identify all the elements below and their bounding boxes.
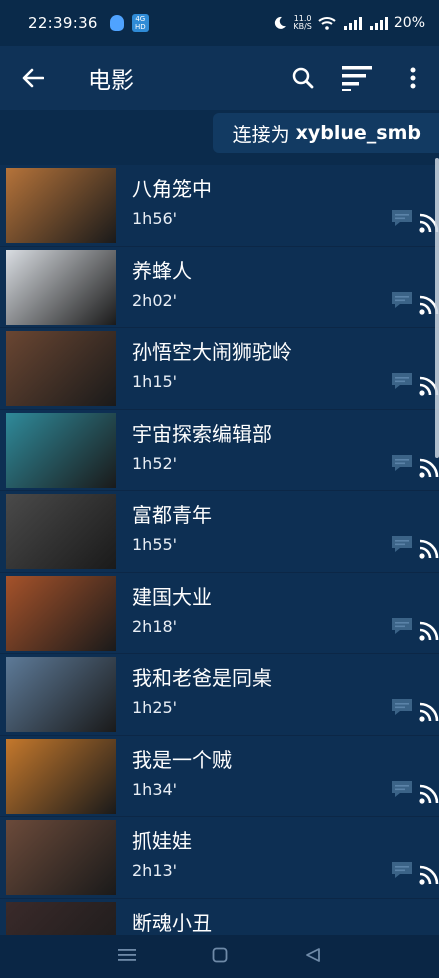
menu-icon bbox=[118, 949, 137, 961]
movie-poster bbox=[6, 168, 116, 243]
movie-title: 我是一个贼 bbox=[132, 747, 232, 772]
movie-row[interactable]: 孙悟空大闹狮驼岭 1h15' bbox=[0, 328, 439, 410]
movie-row[interactable]: 建国大业 2h18' bbox=[0, 572, 439, 654]
hd-badge: 4G HD bbox=[131, 14, 149, 32]
subtitle-icon bbox=[392, 210, 412, 226]
qq-notification-icon bbox=[109, 15, 124, 31]
movie-poster bbox=[6, 494, 116, 569]
triangle-back-icon bbox=[305, 947, 320, 962]
movie-poster bbox=[6, 575, 116, 651]
movie-duration: 1h56' bbox=[132, 209, 178, 228]
stream-icon bbox=[419, 539, 439, 559]
subtitle-icon bbox=[392, 536, 412, 552]
sort-icon bbox=[342, 66, 372, 91]
movie-title: 我和老爸是同桌 bbox=[132, 666, 272, 690]
subtitle-icon bbox=[392, 291, 412, 308]
back-nav-button[interactable] bbox=[305, 947, 321, 967]
subtitle-icon bbox=[392, 373, 412, 389]
sort-button[interactable] bbox=[327, 46, 387, 110]
movie-row[interactable]: 富都青年 1h55' bbox=[0, 491, 439, 573]
subtitle-icon bbox=[392, 699, 412, 715]
movie-row[interactable]: 八角笼中 1h56' bbox=[0, 165, 439, 247]
app-bar: 电影 bbox=[0, 46, 439, 110]
more-options-button[interactable] bbox=[387, 46, 439, 110]
scrollbar[interactable] bbox=[435, 158, 439, 458]
movie-duration: 1h52' bbox=[132, 453, 178, 473]
subtitle-icon bbox=[392, 617, 412, 634]
movie-poster bbox=[6, 657, 116, 732]
movie-poster bbox=[6, 738, 116, 814]
stream-icon bbox=[419, 784, 439, 804]
movie-duration: 1h15' bbox=[132, 372, 178, 391]
status-bar: 22:39:36 4G HD 11.0 KB/S 20% bbox=[0, 0, 439, 46]
battery-level: 20% bbox=[393, 15, 425, 31]
movie-title: 孙悟空大闹狮驼岭 bbox=[132, 340, 292, 364]
movie-poster bbox=[6, 820, 116, 895]
movie-duration: 1h55' bbox=[132, 535, 178, 554]
menu-nav-button[interactable] bbox=[118, 947, 137, 966]
movie-poster bbox=[6, 412, 116, 488]
movie-duration: 2h18' bbox=[132, 616, 178, 636]
movie-duration: 2h02' bbox=[132, 290, 178, 310]
more-vertical-icon bbox=[410, 67, 416, 89]
movie-poster bbox=[6, 331, 116, 406]
clock: 22:39:36 bbox=[28, 14, 98, 32]
movie-list[interactable]: 八角笼中 1h56' 养蜂人 2h02' 孙悟空大闹狮驼岭 1h15' 宇宙探索… bbox=[0, 165, 439, 935]
network-speed: 11.0 KB/S bbox=[293, 14, 312, 31]
movie-title: 建国大业 bbox=[132, 584, 212, 609]
movie-title: 宇宙探索编辑部 bbox=[132, 421, 272, 446]
home-square-icon bbox=[213, 947, 228, 962]
movie-row[interactable]: 我是一个贼 1h34' bbox=[0, 735, 439, 817]
back-button[interactable] bbox=[0, 46, 66, 110]
page-title: 电影 bbox=[88, 68, 134, 94]
connection-prefix: 连接为 bbox=[232, 123, 290, 146]
connection-banner: 连接为 xyblue_smb bbox=[212, 113, 439, 153]
stream-icon bbox=[419, 621, 439, 641]
movie-title: 富都青年 bbox=[132, 503, 212, 527]
movie-duration: 2h13' bbox=[132, 861, 178, 880]
connection-user: xyblue_smb bbox=[295, 122, 421, 144]
moon-icon bbox=[275, 16, 287, 29]
movie-duration: 1h34' bbox=[132, 779, 178, 799]
stream-icon bbox=[419, 865, 439, 885]
movie-row[interactable]: 断魂小丑 bbox=[0, 898, 439, 935]
stream-icon bbox=[419, 702, 439, 722]
movie-title: 抓娃娃 bbox=[132, 829, 192, 853]
search-button[interactable] bbox=[279, 46, 327, 110]
movie-title: 断魂小丑 bbox=[132, 910, 212, 935]
arrow-left-icon bbox=[22, 68, 44, 88]
movie-row[interactable]: 抓娃娃 2h13' bbox=[0, 817, 439, 899]
movie-duration: 1h25' bbox=[132, 698, 178, 717]
subtitle-icon bbox=[392, 454, 412, 471]
stream-icon bbox=[419, 458, 439, 478]
movie-row[interactable]: 养蜂人 2h02' bbox=[0, 246, 439, 328]
movie-title: 养蜂人 bbox=[132, 258, 192, 283]
wifi-icon bbox=[318, 17, 336, 30]
signal-5g-icon bbox=[343, 17, 362, 30]
subtitle-icon bbox=[392, 780, 412, 797]
home-nav-button[interactable] bbox=[212, 947, 228, 967]
movie-title: 八角笼中 bbox=[132, 177, 212, 201]
movie-row[interactable]: 我和老爸是同桌 1h25' bbox=[0, 654, 439, 736]
movie-poster bbox=[6, 901, 116, 935]
search-icon bbox=[292, 67, 314, 89]
movie-poster bbox=[6, 249, 116, 325]
subtitle-icon bbox=[392, 862, 412, 878]
movie-row[interactable]: 宇宙探索编辑部 1h52' bbox=[0, 409, 439, 491]
system-nav-bar bbox=[0, 935, 439, 978]
signal-4g-icon bbox=[369, 17, 388, 30]
